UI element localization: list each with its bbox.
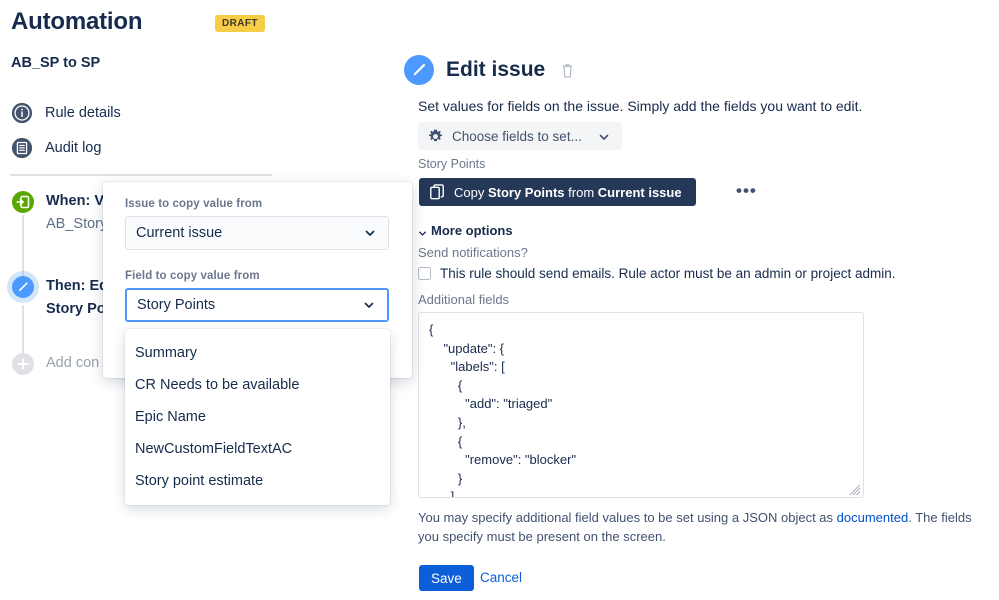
issue-to-copy-label: Issue to copy value from (125, 198, 263, 210)
trigger-title: When: Va (46, 193, 112, 209)
status-badge: DRAFT (215, 15, 265, 32)
field-to-copy-value: Story Points (137, 297, 216, 313)
trigger-icon[interactable] (11, 190, 35, 214)
help-text-prefix: You may specify additional field values … (418, 510, 837, 525)
issue-to-copy-value: Current issue (136, 225, 223, 241)
rule-name: AB_SP to SP (11, 55, 101, 71)
sidebar-item-label: Rule details (45, 105, 121, 121)
field-dropdown-option[interactable]: CR Needs to be available (125, 369, 390, 401)
sidebar-item-label: Audit log (45, 140, 102, 156)
sidebar-item-audit-log[interactable]: Audit log (11, 137, 101, 159)
issue-to-copy-select[interactable]: Current issue (125, 216, 389, 250)
chevron-down-icon (598, 130, 610, 142)
more-options-label: More options (431, 223, 513, 238)
additional-fields-help: You may specify additional field values … (418, 508, 988, 546)
field-dropdown-menu: Summary CR Needs to be available Epic Name… (125, 329, 390, 505)
edit-pencil-icon[interactable] (11, 275, 35, 299)
action-title: Then: Ed (46, 278, 109, 294)
trash-icon[interactable] (560, 62, 575, 79)
plus-circle-icon[interactable] (11, 352, 35, 376)
page-title: Automation (11, 8, 143, 35)
sidebar-item-rule-details[interactable]: Rule details (11, 102, 121, 124)
send-notifications-label: Send notifications? (418, 245, 528, 260)
choose-fields-label: Choose fields to set... (452, 128, 582, 144)
field-dropdown-option[interactable]: Epic Name (125, 401, 390, 433)
notifications-checkbox-row[interactable]: This rule should send emails. Rule actor… (418, 266, 895, 281)
field-group-label: Story Points (418, 157, 486, 171)
notifications-checkbox[interactable] (418, 267, 431, 280)
chevron-down-icon (364, 227, 376, 239)
edit-pencil-avatar-icon (404, 55, 434, 85)
document-circle-icon (11, 137, 33, 159)
copy-chip-text: Copy Story Points from Current issue (454, 184, 682, 200)
gear-icon (428, 129, 443, 144)
chevron-down-icon (363, 299, 375, 311)
documented-link[interactable]: documented (837, 510, 909, 525)
page-title: Edit issue (446, 58, 546, 81)
panel-description: Set values for fields on the issue. Simp… (418, 98, 863, 114)
right-panel: Edit issue Set values for fields on the … (400, 0, 999, 600)
add-component-label[interactable]: Add con (46, 355, 99, 371)
copy-icon (430, 184, 444, 200)
chip-more-button[interactable]: ••• (736, 182, 757, 199)
sidebar-divider (10, 174, 272, 176)
field-dropdown-option[interactable]: Story point estimate (125, 465, 390, 497)
chevron-down-icon (418, 226, 427, 236)
info-circle-icon (11, 102, 33, 124)
field-dropdown-option[interactable]: Summary (125, 337, 390, 369)
notifications-checkbox-label: This rule should send emails. Rule actor… (440, 266, 896, 281)
panel-header: Edit issue (404, 55, 575, 85)
save-button[interactable]: Save (419, 565, 474, 591)
cancel-button[interactable]: Cancel (480, 570, 522, 585)
additional-fields-textarea[interactable] (418, 312, 864, 498)
field-dropdown-option[interactable]: NewCustomFieldTextAC (125, 433, 390, 465)
additional-fields-label: Additional fields (418, 292, 510, 307)
field-to-copy-label: Field to copy value from (125, 270, 260, 282)
more-options-toggle[interactable]: More options (418, 223, 513, 238)
field-to-copy-select[interactable]: Story Points (125, 288, 389, 322)
choose-fields-select[interactable]: Choose fields to set... (418, 122, 622, 150)
copy-value-chip[interactable]: Copy Story Points from Current issue (419, 178, 696, 206)
